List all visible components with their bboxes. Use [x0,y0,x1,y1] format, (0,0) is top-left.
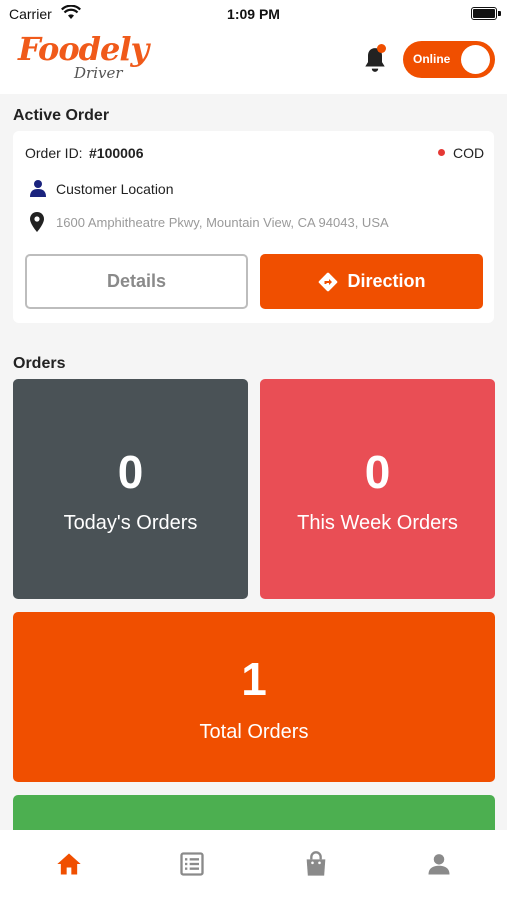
shopping-bag-icon[interactable] [302,850,330,878]
online-toggle[interactable]: Online [403,41,495,78]
todays-orders-label: Today's Orders [63,512,198,534]
todays-orders-value: 0 [117,446,144,498]
status-bar: Carrier 1:09 PM [0,0,507,28]
app-header: Foodely Driver Online [0,28,507,94]
active-order-title: Active Order [13,107,110,124]
active-order-card: Order ID: #100006 COD Customer Location … [13,131,494,323]
delivery-address: 1600 Amphitheatre Pkwy, Mountain View, C… [56,215,389,230]
battery-icon [471,7,501,20]
payment-method: COD [453,145,485,161]
toggle-knob [461,45,490,74]
total-orders-label: Total Orders [199,721,309,743]
details-button[interactable]: Details [25,254,248,309]
home-icon[interactable] [55,850,83,878]
profile-icon[interactable] [425,850,453,878]
toggle-label: Online [413,52,451,66]
person-icon [30,180,46,197]
logo-sub-text: Driver [74,64,123,82]
clock: 1:09 PM [227,6,280,22]
direction-button-label: Direction [347,271,426,291]
todays-orders-card[interactable]: 0 Today's Orders [13,379,248,599]
direction-icon [319,272,338,291]
week-orders-card[interactable]: 0 This Week Orders [260,379,495,599]
list-icon[interactable] [178,850,206,878]
logo-main-text: Foodely [18,30,149,68]
customer-location-label: Customer Location [56,181,174,197]
notification-dot [377,44,386,53]
order-id-value: #100006 [89,145,144,161]
total-orders-card[interactable]: 1 Total Orders [13,612,495,782]
order-id-label: Order ID: [25,145,83,161]
bottom-tab-bar [0,830,507,900]
week-orders-value: 0 [364,446,391,498]
week-orders-label: This Week Orders [297,512,458,534]
payment-dot [438,149,445,156]
direction-button[interactable]: Direction [260,254,483,309]
total-orders-value: 1 [241,653,267,705]
location-pin-icon [30,212,44,232]
orders-title: Orders [13,355,66,372]
foodely-logo: Foodely Driver [18,30,149,88]
